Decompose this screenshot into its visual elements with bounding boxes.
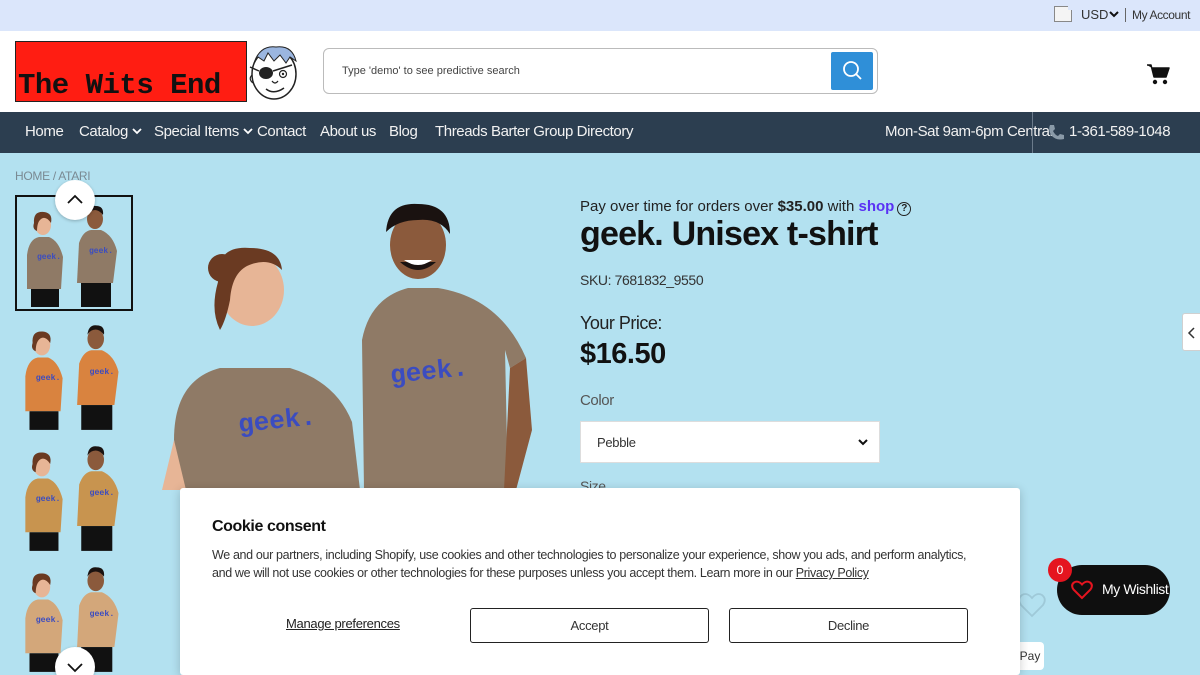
cookie-consent-dialog: Cookie consent We and our partners, incl… [180,488,1020,675]
thumbnail-image: geek. geek. [25,446,119,551]
chevron-down-icon [243,128,253,135]
cookie-title: Cookie consent [212,518,326,535]
wishlist-label: My Wishlist [1102,581,1169,597]
thumbnail-figure [29,411,59,430]
top-bar: USD My Account [0,0,1200,31]
search-bar [323,48,878,94]
wishlist-count-badge: 0 [1048,558,1072,582]
cookie-text: We and our partners, including Shopify, … [212,546,982,582]
thumbnail-gallery: geek. geek. geek. geek. geek. geek. geek. ge… [15,195,133,675]
thumbnail-shirt-print: geek. [36,373,61,383]
nav-about-us[interactable]: About us [320,123,376,140]
chevron-left-icon [1187,327,1195,339]
search-button[interactable] [831,52,873,90]
store-hours: Mon-Sat 9am-6pm Central [885,123,1053,140]
thumbnail-3[interactable]: geek. geek. [15,437,133,553]
cart-icon[interactable] [1146,63,1170,85]
thumbnail-image: geek. geek. [25,325,119,430]
google-pay-button[interactable]: Pay [1016,642,1044,670]
shop-pay-logo: shop [858,198,895,215]
divider [1032,112,1033,153]
decline-button[interactable]: Decline [729,608,968,643]
currency-flag-icon[interactable] [1054,4,1074,22]
thumbnail-figure [25,357,63,412]
chevron-down-icon [858,439,868,446]
thumbnail-figure [27,237,63,289]
thumbnail-figure [29,532,59,551]
my-wishlist-button[interactable]: My Wishlist 0 [1048,558,1170,615]
thumbnail-figure [81,283,111,307]
currency-selector[interactable]: USD [1081,7,1108,22]
main-nav: Home Catalog Special Items Contact About… [0,112,1200,153]
color-select[interactable]: Pebble [580,421,880,463]
product-price: $16.50 [580,338,666,370]
nav-blog[interactable]: Blog [389,123,418,140]
thumbnail-scroll-down-button[interactable] [55,647,95,675]
thumbnail-scroll-up-button[interactable] [55,180,95,220]
search-input[interactable] [342,61,822,81]
chevron-down-icon [132,128,142,135]
thumbnail-shirt-print: geek. [90,367,115,377]
thumbnail-figure [77,350,119,406]
chevron-down-icon [67,663,83,673]
payover-with: with [823,198,859,215]
search-icon [843,61,862,80]
price-label: Your Price: [580,313,662,333]
man-shirt [362,288,526,490]
privacy-policy-link[interactable]: Privacy Policy [796,566,869,580]
nav-special-items-label: Special Items [154,123,239,140]
thumbnail-figure [25,599,63,654]
thumbnail-figure [77,230,117,283]
product-title: geek. Unisex t-shirt [580,215,878,253]
mascot-logo-icon[interactable] [246,41,302,103]
site-logo[interactable]: The Wits End [15,41,247,102]
thumbnail-shirt-print: geek. [89,247,113,256]
nav-contact[interactable]: Contact [257,123,306,140]
my-account-link[interactable]: My Account [1132,8,1190,22]
thumbnail-shirt-print: geek. [90,488,115,498]
help-icon[interactable]: ? [897,202,912,216]
thumbnail-figure [77,592,119,648]
product-main-image[interactable]: geek. geek. [160,190,540,490]
payover-prefix: Pay over time for orders over [580,198,778,215]
product-sku: SKU: 7681832_9550 [580,272,704,288]
payover-amount: $35.00 [777,198,824,215]
add-to-wishlist-heart-icon[interactable] [1018,592,1046,618]
thumbnail-figure [31,289,59,307]
thumbnail-shirt-print: geek. [36,615,61,625]
thumbnail-figure [25,478,63,533]
thumbnail-shirt-print: geek. [36,494,61,504]
nav-special-items[interactable]: Special Items [154,123,253,140]
thumbnail-shirt-print: geek. [37,253,61,262]
thumbnail-figure [81,405,113,430]
divider [1125,8,1126,22]
thumbnail-2[interactable]: geek. geek. [15,316,133,432]
nav-catalog-label: Catalog [79,123,128,140]
phone-number-link[interactable]: 1-361-589-1048 [1069,123,1171,140]
heart-icon [1071,580,1093,600]
site-header: The Wits End [0,31,1200,112]
shop-pay-installments: Pay over time for orders over $35.00 wit… [580,198,912,216]
color-label: Color [580,392,614,409]
manage-preferences-link[interactable]: Manage preferences [286,616,400,631]
nav-threads-barter[interactable]: Threads Barter Group Directory [435,123,633,140]
color-select-value: Pebble [597,435,636,450]
thumbnail-figure [81,526,113,551]
phone-icon [1049,125,1064,140]
accept-button[interactable]: Accept [470,608,709,643]
side-panel-toggle[interactable] [1182,313,1200,351]
nav-home[interactable]: Home [25,123,64,140]
nav-catalog[interactable]: Catalog [79,123,142,140]
logo-text: The Wits End [18,69,221,102]
thumbnail-figure [77,471,119,527]
thumbnail-shirt-print: geek. [90,609,115,619]
chevron-up-icon [67,194,83,204]
chevron-down-icon[interactable] [1108,8,1120,20]
